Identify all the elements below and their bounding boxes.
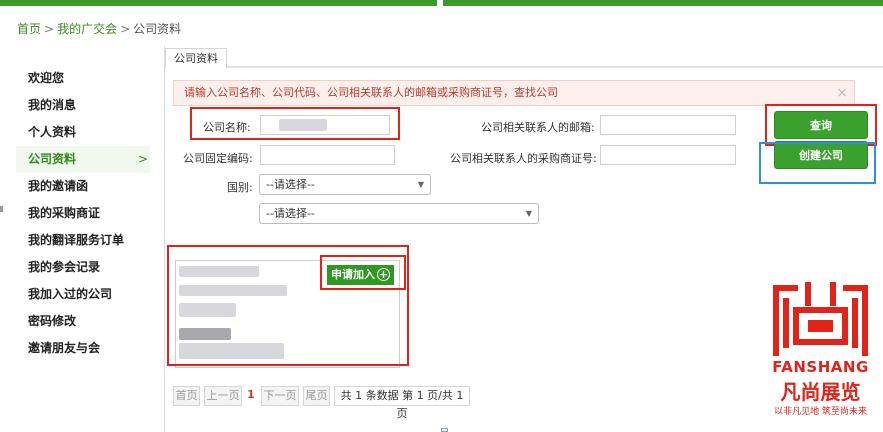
fixed-code-label: 公司固定编码:	[183, 152, 253, 165]
sidebar-item-invite-friends[interactable]: 邀请朋友与会	[16, 335, 150, 362]
sidebar-item-label: 公司资料	[28, 152, 77, 166]
page-root: 首页 > 我的广交会 > 公司资料 欢迎您 我的消息 个人资料 公司资料 > 我的邀请函 …	[0, 0, 883, 432]
pager-next-button[interactable]: 下一页	[261, 386, 299, 406]
chevron-right-icon: >	[137, 152, 148, 166]
brand-cn-text: 凡尚展览	[780, 380, 861, 404]
close-icon[interactable]: ×	[836, 81, 848, 105]
country-select-value: --请选择--	[266, 178, 315, 191]
sidebar-item-translation-orders[interactable]: 我的翻译服务订单	[16, 227, 150, 254]
highlight-query-button	[765, 104, 877, 146]
brand-en-text: FANSHANG	[772, 358, 869, 376]
breadcrumb-my-fair-link[interactable]: 我的广交会	[57, 22, 117, 36]
brand-slogan-text: 以非凡见地 筑至尚未来	[774, 407, 867, 417]
sidebar-item-profile[interactable]: 个人资料	[16, 119, 150, 146]
region-select-value: --请选择--	[266, 207, 315, 220]
sidebar-item-invitations[interactable]: 我的邀请函	[16, 173, 150, 200]
contact-email-label: 公司相关联系人的邮箱:	[481, 121, 595, 134]
contact-email-input[interactable]	[600, 115, 736, 135]
breadcrumb-current: 公司资料	[133, 22, 182, 36]
country-select[interactable]: --请选择-- ▼	[259, 174, 431, 195]
pager-last-button[interactable]: 尾页	[303, 386, 330, 406]
sidebar-item-attendance-records[interactable]: 我的参会记录	[16, 254, 150, 281]
tab-bar: 公司资料	[165, 46, 883, 69]
highlight-apply-button	[320, 255, 406, 290]
highlight-company-name	[190, 107, 400, 140]
pager-prev-button[interactable]: 上一页	[204, 386, 242, 406]
breadcrumb-separator: >	[120, 22, 131, 36]
top-nav-bar	[0, 0, 883, 6]
breadcrumb: 首页 > 我的广交会 > 公司资料	[17, 20, 181, 37]
sidebar-item-company-info[interactable]: 公司资料 >	[16, 146, 150, 173]
buyer-cert-label: 公司相关联系人的采购商证号:	[450, 152, 597, 165]
sidebar-item-buyer-badge[interactable]: 我的采购商证	[16, 200, 150, 227]
sidebar-item-welcome[interactable]: 欢迎您	[16, 65, 150, 92]
search-hint-notice: 请输入公司名称、公司代码、公司相关联系人的邮箱或采购商证号，查找公司 ×	[173, 80, 855, 106]
pager-current-page[interactable]: 1	[245, 386, 257, 406]
bottom-edge-marker	[441, 428, 448, 432]
left-edge-marker	[0, 206, 3, 212]
pager-first-button[interactable]: 首页	[173, 386, 200, 406]
pager-summary: 共 1 条数据 第 1 页/共 1 页	[334, 386, 470, 420]
breadcrumb-separator: >	[44, 22, 55, 36]
sidebar-item-change-password[interactable]: 密码修改	[16, 308, 150, 335]
chevron-down-icon: ▼	[417, 180, 424, 189]
notice-text: 请输入公司名称、公司代码、公司相关联系人的邮箱或采购商证号，查找公司	[184, 86, 558, 99]
chevron-down-icon: ▼	[525, 209, 532, 218]
fanshang-logo-mark-icon	[773, 282, 868, 356]
sidebar: 欢迎您 我的消息 个人资料 公司资料 > 我的邀请函 我的采购商证 我的翻译服务订…	[16, 60, 150, 362]
breadcrumb-home-link[interactable]: 首页	[17, 22, 41, 36]
tab-company-info[interactable]: 公司资料	[165, 48, 227, 69]
buyer-cert-input[interactable]	[600, 145, 736, 165]
highlight-create-button	[759, 142, 876, 184]
nav-marker	[437, 0, 443, 6]
fixed-code-input[interactable]	[260, 145, 395, 165]
region-select[interactable]: --请选择-- ▼	[259, 203, 539, 224]
sidebar-item-messages[interactable]: 我的消息	[16, 92, 150, 119]
country-label: 国别:	[227, 181, 253, 194]
fanshang-watermark-logo: FANSHANG 凡尚展览 以非凡见地 筑至尚未来	[768, 278, 873, 423]
sidebar-item-joined-companies[interactable]: 我加入过的公司	[16, 281, 150, 308]
